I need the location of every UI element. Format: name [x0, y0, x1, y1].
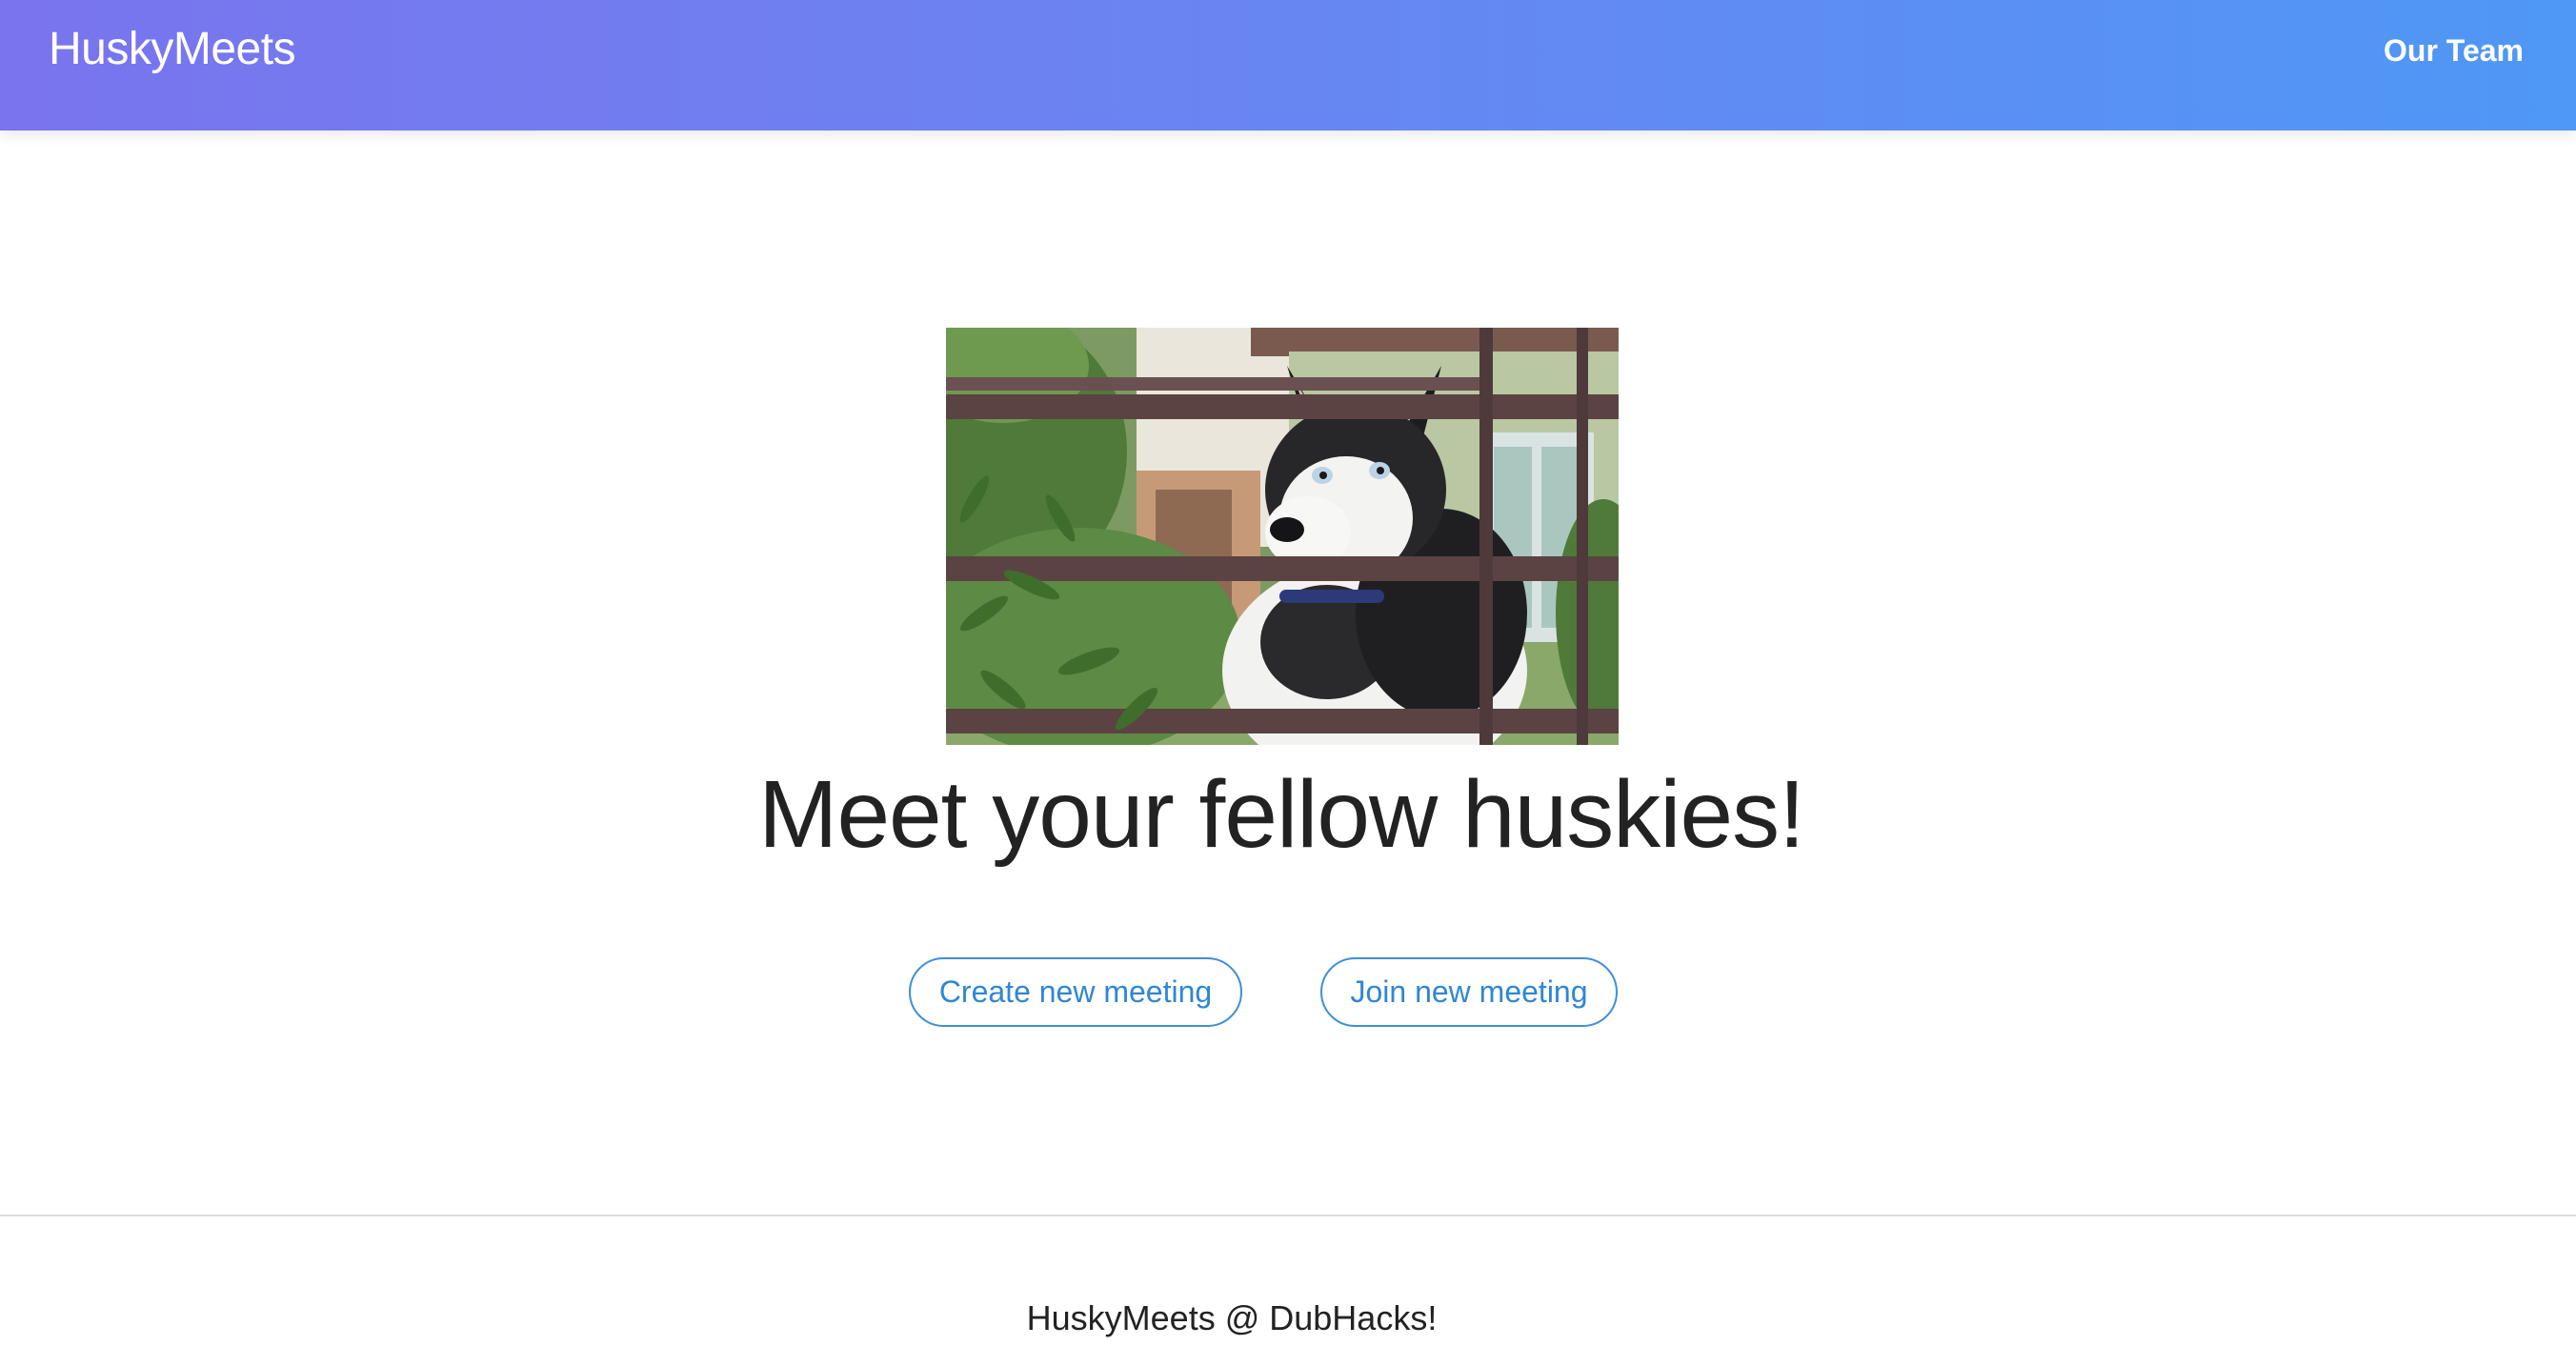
footer-divider [0, 1215, 2576, 1216]
hero-husky-image [946, 328, 1619, 745]
hero-title: Meet your fellow huskies! [758, 761, 1805, 868]
nav-link-our-team[interactable]: Our Team [2384, 30, 2524, 71]
brand-logo[interactable]: HuskyMeets [49, 23, 296, 76]
top-navbar: HuskyMeets Our Team [0, 0, 2576, 131]
create-meeting-button[interactable]: Create new meeting [909, 957, 1242, 1027]
join-meeting-button[interactable]: Join new meeting [1320, 957, 1618, 1027]
footer-text: HuskyMeets @ DubHacks! [1026, 1298, 1438, 1337]
